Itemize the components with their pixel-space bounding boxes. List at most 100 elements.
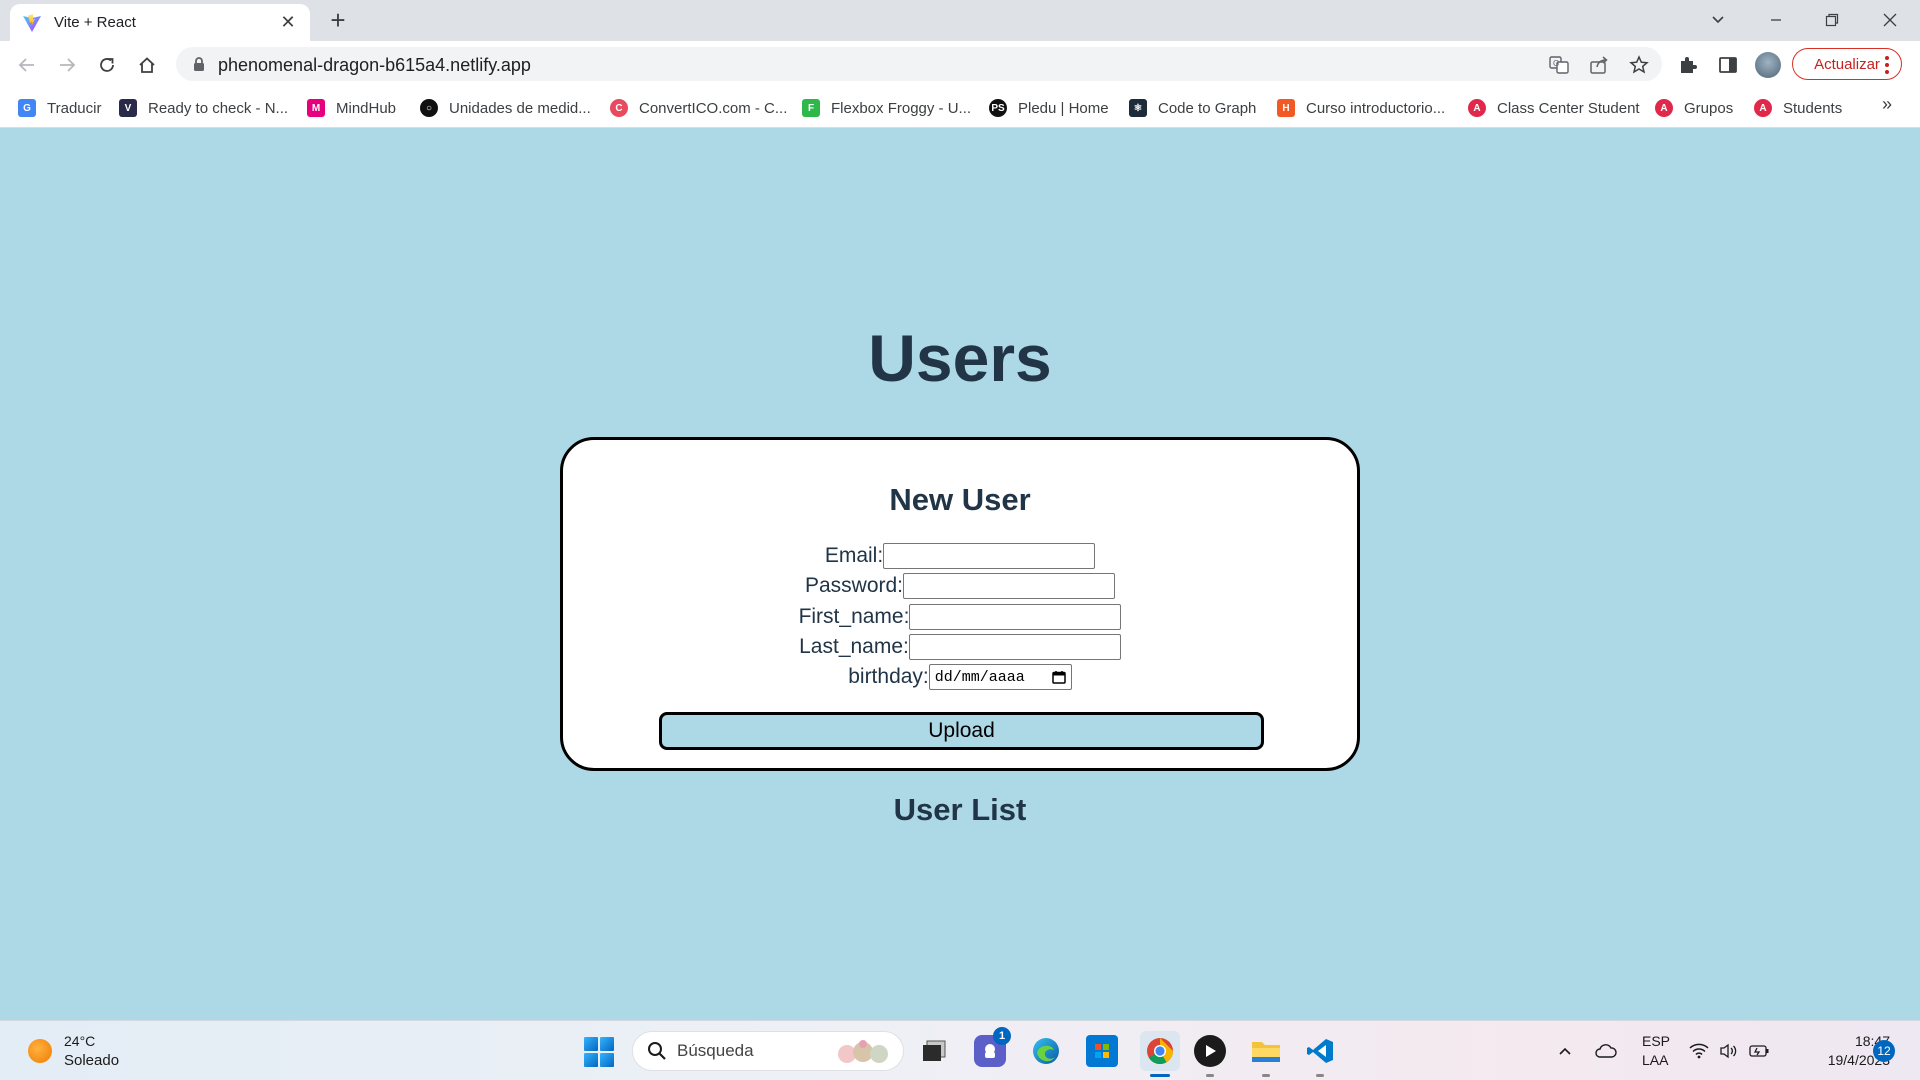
upload-button[interactable]: Upload	[659, 712, 1264, 750]
svg-text:G: G	[1553, 59, 1559, 68]
home-icon[interactable]	[133, 51, 161, 79]
birthday-date-input[interactable]: dd/mm/aaaa	[928, 664, 1072, 690]
side-panel-icon[interactable]	[1714, 51, 1742, 79]
browser-menu-icon[interactable]	[1884, 56, 1890, 74]
sun-icon[interactable]	[28, 1039, 52, 1063]
bookmark-label: Curso introductorio...	[1306, 99, 1446, 117]
windows-taskbar: 24°C Soleado Búsqueda 1 ESP LAA 18:47 19…	[0, 1020, 1920, 1080]
birthday-row: birthday: dd/mm/aaaa	[563, 663, 1357, 691]
edge-icon[interactable]	[1030, 1035, 1062, 1067]
bookmark-flexbox-froggy[interactable]: F Flexbox Froggy - U...	[802, 96, 971, 120]
share-icon[interactable]	[1588, 54, 1610, 76]
class-center-icon: A	[1468, 99, 1486, 117]
calendar-icon[interactable]	[1052, 670, 1066, 684]
input-layout[interactable]: LAA	[1642, 1052, 1668, 1068]
bookmark-ready-to-check[interactable]: V Ready to check - N...	[119, 96, 288, 120]
new-user-form: New User Email: Password: First_name: La…	[560, 437, 1360, 771]
notification-badge[interactable]: 12	[1873, 1040, 1895, 1062]
browser-tab[interactable]: Vite + React ✕	[10, 4, 310, 41]
birthday-label: birthday:	[848, 665, 929, 688]
address-bar[interactable]: phenomenal-dragon-b615a4.netlify.app G	[176, 47, 1662, 81]
students-icon: A	[1754, 99, 1772, 117]
bookmark-class-center[interactable]: A Class Center Student	[1468, 96, 1640, 120]
mindhub-icon: M	[307, 99, 325, 117]
restore-button[interactable]	[1812, 6, 1852, 34]
tab-strip: Vite + React ✕ +	[0, 0, 1920, 41]
convertico-icon: C	[610, 99, 628, 117]
onedrive-icon[interactable]	[1595, 1040, 1617, 1062]
last-name-field[interactable]	[908, 634, 1121, 660]
reload-icon[interactable]	[93, 51, 121, 79]
bookmark-label: ConvertICO.com - C...	[639, 99, 788, 117]
tab-close-icon[interactable]: ✕	[278, 12, 298, 33]
tray-chevron-up-icon[interactable]	[1554, 1040, 1576, 1062]
bookmark-label: Ready to check - N...	[148, 99, 289, 117]
bookmark-grupos[interactable]: A Grupos	[1655, 96, 1733, 120]
media-player-running-indicator	[1206, 1074, 1214, 1077]
weather-description[interactable]: Soleado	[64, 1052, 119, 1069]
extensions-puzzle-icon[interactable]	[1674, 51, 1702, 79]
file-explorer-stack-icon[interactable]	[918, 1035, 950, 1067]
weather-temperature[interactable]: 24°C	[64, 1033, 95, 1049]
media-player-icon[interactable]	[1194, 1035, 1226, 1067]
bookmark-convertico[interactable]: C ConvertICO.com - C...	[610, 96, 787, 120]
volume-icon[interactable]	[1718, 1040, 1740, 1062]
vscode-icon[interactable]	[1304, 1035, 1336, 1067]
birthday-placeholder: dd/mm/aaaa	[934, 668, 1025, 686]
form-title: New User	[889, 482, 1031, 517]
bookmark-star-icon[interactable]	[1628, 54, 1650, 76]
bookmark-mindhub[interactable]: M MindHub	[307, 96, 396, 120]
input-language[interactable]: ESP	[1642, 1033, 1670, 1049]
first-name-label: First_name:	[798, 605, 910, 628]
url-text[interactable]: phenomenal-dragon-b615a4.netlify.app	[218, 55, 531, 76]
vite-icon	[23, 13, 41, 32]
browser-toolbar: phenomenal-dragon-b615a4.netlify.app G A…	[0, 41, 1920, 88]
close-window-button[interactable]	[1870, 6, 1910, 34]
tab-search-chevron-icon[interactable]	[1698, 6, 1738, 34]
lock-icon[interactable]	[192, 56, 206, 72]
translate-icon: G	[18, 99, 36, 117]
froggy-icon: F	[802, 99, 820, 117]
bookmark-label: MindHub	[336, 99, 397, 117]
first-name-field[interactable]	[909, 604, 1122, 630]
bookmark-unidades[interactable]: ○ Unidades de medid...	[420, 96, 591, 120]
battery-icon[interactable]	[1748, 1040, 1770, 1062]
vscode-running-indicator	[1316, 1074, 1324, 1077]
last-name-row: Last_name:	[563, 633, 1357, 661]
code-to-graph-icon: ⚛	[1129, 99, 1147, 117]
tab-title: Vite + React	[54, 14, 136, 31]
minimize-button[interactable]	[1756, 6, 1796, 34]
email-row: Email:	[563, 542, 1357, 570]
chrome-icon[interactable]	[1140, 1031, 1180, 1071]
file-explorer-icon[interactable]	[1250, 1035, 1282, 1067]
bookmark-curso[interactable]: H Curso introductorio...	[1277, 96, 1445, 120]
bookmark-label: Flexbox Froggy - U...	[831, 99, 972, 117]
bookmark-traducir[interactable]: G Traducir	[18, 96, 101, 120]
windows-start-icon[interactable]	[584, 1037, 614, 1067]
page-content: Users New User Email: Password: First_na…	[0, 128, 1920, 1020]
email-field[interactable]	[883, 543, 1096, 569]
bookmarks-overflow-icon[interactable]: »	[1882, 94, 1892, 115]
bookmark-label: Class Center Student	[1497, 99, 1640, 117]
microsoft-store-icon[interactable]	[1086, 1035, 1118, 1067]
email-label: Email:	[824, 544, 884, 567]
translate-page-icon[interactable]: G	[1548, 54, 1570, 76]
new-tab-button[interactable]: +	[324, 6, 352, 34]
password-field[interactable]	[903, 573, 1116, 599]
bookmark-label: Pledu | Home	[1018, 99, 1109, 117]
wifi-icon[interactable]	[1688, 1040, 1710, 1062]
bookmark-label: Students	[1783, 99, 1843, 117]
unidades-icon: ○	[420, 99, 438, 117]
bookmark-label: Code to Graph	[1158, 99, 1257, 117]
bookmark-pledu[interactable]: PS Pledu | Home	[989, 96, 1109, 120]
bookmark-code-to-graph[interactable]: ⚛ Code to Graph	[1129, 96, 1256, 120]
bookmark-label: Grupos	[1684, 99, 1734, 117]
password-label: Password:	[804, 574, 904, 597]
back-arrow-icon[interactable]	[13, 51, 41, 79]
profile-avatar[interactable]	[1755, 52, 1781, 78]
bookmark-label: Unidades de medid...	[449, 99, 591, 117]
forward-arrow-icon[interactable]	[53, 51, 81, 79]
bookmark-students[interactable]: A Students	[1754, 96, 1842, 120]
taskbar-search[interactable]: Búsqueda	[632, 1031, 904, 1071]
curso-icon: H	[1277, 99, 1295, 117]
